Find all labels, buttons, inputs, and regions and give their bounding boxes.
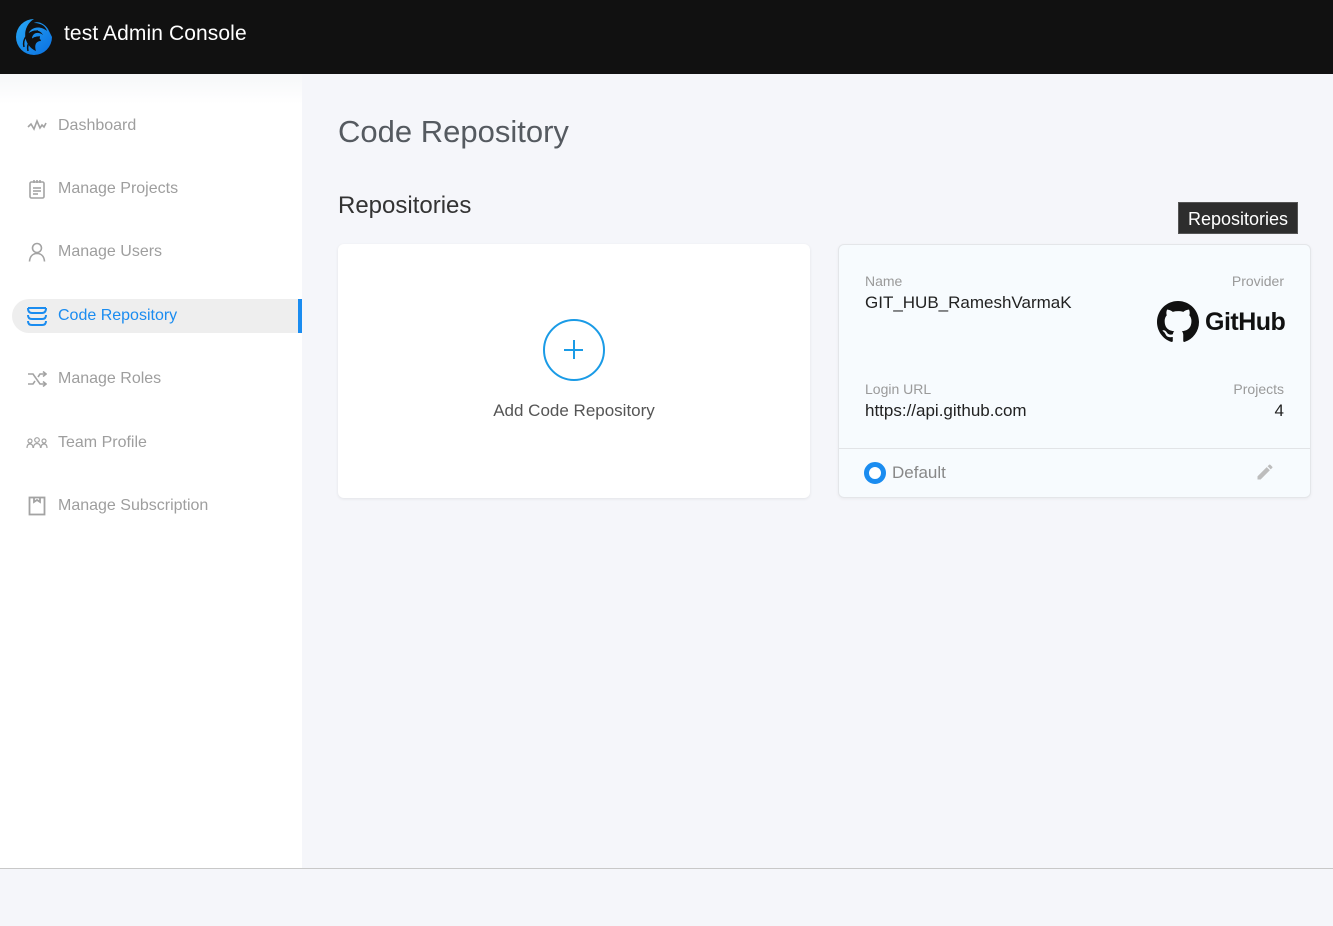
login-url-value: https://api.github.com	[865, 401, 1027, 420]
sidebar-item-label: Team Profile	[58, 434, 147, 451]
repository-name: GIT_HUB_RameshVarmaK	[865, 293, 1072, 312]
provider-name: GitHub	[1205, 307, 1286, 336]
add-code-repository-card[interactable]: Add Code Repository	[338, 244, 810, 498]
sidebar-item-label: Manage Users	[58, 243, 163, 260]
sidebar-item-label: Dashboard	[58, 117, 137, 134]
footer	[0, 869, 1333, 926]
sidebar-item-label: Manage Subscription	[58, 497, 209, 514]
tooltip: Repositories	[1178, 202, 1299, 234]
default-radio[interactable]	[864, 462, 886, 484]
sidebar-item-manage-users[interactable]: Manage Users	[12, 235, 302, 269]
sidebar-item-manage-projects[interactable]: Manage Projects	[12, 172, 302, 206]
default-label: Default	[892, 463, 946, 482]
clipboard-icon	[26, 178, 48, 200]
github-logo: GitHub	[1157, 300, 1287, 344]
shuffle-icon	[26, 368, 48, 390]
user-icon	[26, 241, 48, 263]
sidebar: Dashboard Manage Projects Manage Users C…	[0, 74, 302, 868]
plus-circle-icon	[543, 319, 605, 381]
sidebar-item-dashboard[interactable]: Dashboard	[12, 109, 302, 143]
repository-card: Name GIT_HUB_RameshVarmaK Provider GitHu…	[838, 244, 1311, 498]
stack-icon	[26, 305, 48, 327]
sidebar-item-code-repository[interactable]: Code Repository	[12, 299, 302, 333]
card-divider	[839, 448, 1310, 449]
edit-button[interactable]	[1252, 459, 1278, 485]
projects-label: Projects	[1233, 381, 1284, 397]
sidebar-item-manage-subscription[interactable]: Manage Subscription	[12, 489, 302, 523]
projects-count: 4	[1274, 401, 1284, 420]
app-title: test Admin Console	[64, 22, 247, 45]
provider-label: Provider	[1231, 273, 1284, 289]
sidebar-item-manage-roles[interactable]: Manage Roles	[12, 362, 302, 396]
login-url-label: Login URL	[865, 381, 932, 397]
sidebar-item-label: Manage Projects	[58, 180, 179, 197]
add-code-repository-label: Add Code Repository	[493, 401, 655, 420]
sidebar-item-label: Manage Roles	[58, 370, 162, 387]
name-label: Name	[865, 273, 903, 289]
sidebar-item-team-profile[interactable]: Team Profile	[12, 426, 302, 460]
github-octocat-icon	[1157, 301, 1199, 342]
page-title: Code Repository	[338, 114, 569, 149]
activity-icon	[26, 115, 48, 137]
section-title: Repositories	[338, 192, 472, 219]
main-content: Code Repository Repositories Add Code Re…	[302, 74, 1333, 868]
sidebar-item-label: Code Repository	[58, 307, 178, 324]
top-bar: test Admin Console	[0, 0, 1333, 74]
bookmark-icon	[26, 495, 48, 517]
team-icon	[26, 432, 48, 454]
wave-logo-icon	[16, 19, 52, 55]
pencil-icon	[1257, 464, 1273, 480]
